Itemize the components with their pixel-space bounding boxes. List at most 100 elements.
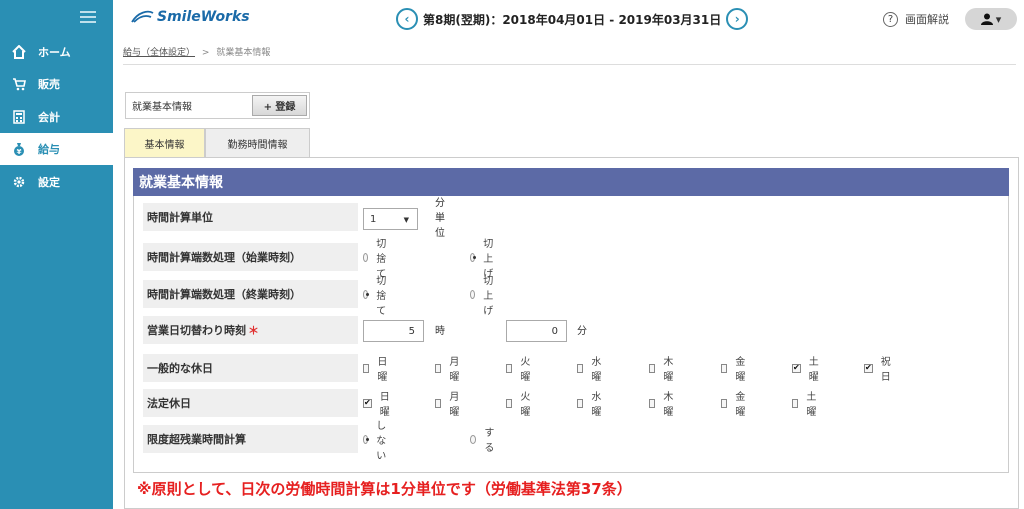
general-holiday-option[interactable]: 木曜 — [649, 354, 676, 383]
option-label: 水曜 — [591, 357, 602, 383]
end-rounding-option-roundup[interactable]: 切上げ — [470, 276, 497, 317]
record-name-field[interactable]: 就業基本情報 + 登録 — [125, 92, 310, 119]
breadcrumb-parent-link[interactable]: 給与（全体設定） — [123, 48, 195, 58]
legal-holiday-option[interactable]: 金曜 — [721, 389, 748, 418]
legal-holiday-option[interactable]: 木曜 — [649, 389, 676, 418]
checkbox[interactable] — [649, 363, 656, 373]
help-label: 画面解説 — [905, 13, 949, 26]
option-label: 金曜 — [735, 392, 746, 418]
general-holiday-option[interactable]: ✔ 土曜 — [792, 354, 819, 383]
option-label: 土曜 — [808, 357, 819, 383]
cart-icon — [12, 77, 26, 91]
checkbox[interactable]: ✔ — [363, 398, 372, 408]
general-holiday-option[interactable]: 金曜 — [721, 354, 748, 383]
sidebar: ホーム 販売 会計 ¥ 給与 設定 — [0, 0, 113, 509]
logo[interactable]: SmileWorks — [130, 9, 250, 25]
option-label: しない — [376, 420, 387, 462]
period-text: 第8期(翌期)：2018年04月01日 - 2019年03月31日 — [423, 12, 722, 27]
select-caret-icon: ▼ — [403, 216, 409, 224]
sidebar-item-label: 販売 — [38, 78, 60, 91]
checkbox[interactable]: ✔ — [792, 363, 801, 373]
legal-holiday-option[interactable]: 月曜 — [435, 389, 462, 418]
option-label: 火曜 — [520, 357, 531, 383]
sidebar-item-settings[interactable]: 設定 — [0, 166, 113, 198]
day-switch-minute-input[interactable]: 0 — [506, 320, 567, 342]
option-label: 日曜 — [379, 392, 390, 418]
radio-button[interactable] — [363, 252, 369, 262]
overtime-limit-option-no[interactable]: しない — [363, 421, 390, 462]
checkbox[interactable] — [649, 398, 656, 408]
checkbox[interactable] — [721, 398, 728, 408]
option-label: 木曜 — [663, 392, 674, 418]
option-label: 金曜 — [735, 357, 746, 383]
legal-holiday-option[interactable]: 火曜 — [506, 389, 533, 418]
money-bag-icon: ¥ — [12, 142, 26, 156]
minute-unit: 分 — [577, 325, 587, 337]
general-holiday-label: 一般的な休日 — [143, 354, 358, 382]
sidebar-item-label: 設定 — [38, 176, 60, 189]
option-label: する — [484, 428, 495, 454]
option-label: 日曜 — [377, 357, 388, 383]
breadcrumb: 給与（全体設定） > 就業基本情報 — [123, 45, 270, 58]
overtime-limit-option-yes[interactable]: する — [470, 425, 497, 454]
checkbox[interactable] — [363, 363, 370, 373]
tab-work-hours-info[interactable]: 勤務時間情報 — [205, 128, 310, 157]
checkbox[interactable] — [506, 363, 513, 373]
breadcrumb-current: 就業基本情報 — [216, 48, 271, 58]
time-unit-label: 時間計算単位 — [143, 203, 358, 231]
prev-period-button[interactable]: ‹ — [396, 8, 418, 30]
tab-basic-info[interactable]: 基本情報 — [124, 128, 205, 157]
checkbox[interactable]: ✔ — [864, 363, 873, 373]
general-holiday-option[interactable]: 月曜 — [435, 354, 462, 383]
option-label: 水曜 — [591, 392, 602, 418]
legal-holiday-option[interactable]: ✔ 日曜 — [363, 389, 390, 418]
checkbox[interactable] — [577, 363, 584, 373]
general-holiday-option[interactable]: 日曜 — [363, 354, 390, 383]
checkbox[interactable] — [506, 398, 513, 408]
general-holiday-option[interactable]: 火曜 — [506, 354, 533, 383]
radio-button[interactable] — [470, 289, 476, 299]
register-button[interactable]: + 登録 — [252, 95, 307, 116]
end-rounding-option-truncate[interactable]: 切捨て — [363, 276, 390, 317]
general-holiday-option[interactable]: ✔ 祝日 — [864, 354, 891, 383]
general-holiday-option[interactable]: 水曜 — [577, 354, 604, 383]
home-icon — [12, 45, 26, 59]
legal-holiday-option[interactable]: 水曜 — [577, 389, 604, 418]
user-menu-button[interactable]: ▾ — [965, 8, 1017, 30]
sidebar-item-home[interactable]: ホーム — [0, 36, 113, 68]
sidebar-item-sales[interactable]: 販売 — [0, 68, 113, 100]
checkbox[interactable] — [721, 363, 728, 373]
option-label: 月曜 — [449, 357, 460, 383]
checkbox[interactable] — [435, 398, 442, 408]
radio-button[interactable] — [363, 434, 370, 444]
radio-button[interactable] — [470, 434, 477, 444]
sidebar-item-label: 給与 — [38, 143, 60, 156]
menu-icon[interactable] — [80, 11, 96, 26]
gear-icon — [12, 175, 26, 189]
radio-button[interactable] — [470, 252, 477, 262]
help-link[interactable]: ? 画面解説 — [883, 11, 949, 27]
sidebar-item-accounting[interactable]: 会計 — [0, 101, 113, 133]
hour-unit: 時 — [435, 325, 445, 337]
time-unit-suffix: 分単位 — [435, 197, 445, 239]
sidebar-item-payroll[interactable]: ¥ 給与 — [0, 133, 113, 165]
start-rounding-option-roundup[interactable]: 切上げ — [470, 239, 497, 280]
checkbox[interactable] — [577, 398, 584, 408]
logo-text: SmileWorks — [157, 9, 250, 25]
sidebar-item-label: 会計 — [38, 111, 60, 124]
section-title: 就業基本情報 — [133, 168, 1009, 196]
time-unit-select[interactable]: 1 ▼ — [363, 208, 418, 230]
next-period-button[interactable]: › — [726, 8, 749, 30]
legal-holiday-option[interactable]: 土曜 — [792, 389, 819, 418]
required-mark: ＊ — [248, 324, 259, 337]
day-switch-label-text: 営業日切替わり時刻 — [147, 324, 246, 337]
radio-button[interactable] — [363, 289, 370, 299]
start-rounding-option-truncate[interactable]: 切捨て — [363, 239, 390, 280]
legal-note: ※原則として、日次の労働時間計算は1分単位です（労働基準法第37条） — [137, 480, 632, 498]
day-switch-hour-input[interactable]: 5 — [363, 320, 424, 342]
checkbox[interactable] — [792, 398, 799, 408]
time-unit-select-value: 1 — [370, 213, 377, 225]
period-selector: ‹ 第8期(翌期)：2018年04月01日 - 2019年03月31日 › — [396, 8, 749, 30]
end-rounding-label: 時間計算端数処理（終業時刻） — [143, 280, 358, 308]
checkbox[interactable] — [435, 363, 442, 373]
